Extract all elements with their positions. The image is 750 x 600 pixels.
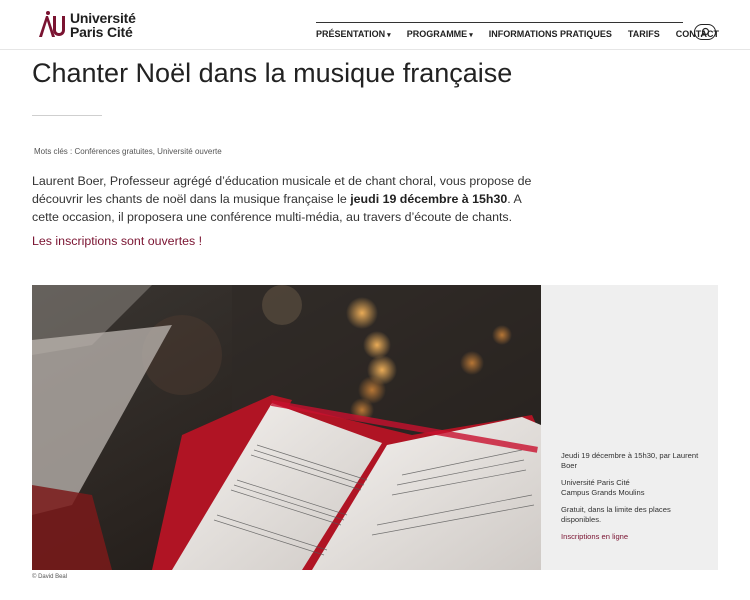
university-logo-icon xyxy=(39,11,65,37)
location-line2: Campus Grands Moulins xyxy=(561,488,645,497)
register-link[interactable]: Inscriptions en ligne xyxy=(561,532,702,542)
caret-down-icon: ▾ xyxy=(387,32,391,39)
event-date-line: Jeudi 19 décembre à 15h30, par Laurent B… xyxy=(561,451,699,470)
nav-item-tarifs[interactable]: TARIFS xyxy=(628,29,660,39)
nav-label: TARIFS xyxy=(627,29,660,39)
nav-label: PRÉSENTATION xyxy=(316,29,386,39)
event-info-panel: Jeudi 19 décembre à 15h30, par Laurent B… xyxy=(541,285,718,570)
event-photo xyxy=(32,285,541,570)
nav-item-informations-pratiques[interactable]: INFORMATIONS PRATIQUES xyxy=(489,29,612,39)
event-date-highlight: jeudi 19 décembre à 15h30 xyxy=(350,192,508,206)
site-header: Université Paris Cité PRÉSENTATION ▾ PROG… xyxy=(0,0,750,50)
search-button[interactable] xyxy=(694,24,716,40)
sheet-music-photo xyxy=(32,285,541,570)
keywords-values[interactable]: Conférences gratuites, Université ouvert… xyxy=(74,147,221,156)
main-nav: PRÉSENTATION ▾ PROGRAMME ▾ INFORMATIONS PR… xyxy=(316,22,719,39)
brand-name: Université Paris Cité xyxy=(70,11,136,39)
photo-credit: © David Beal xyxy=(32,574,68,580)
nav-item-presentation[interactable]: PRÉSENTATION ▾ xyxy=(316,29,391,39)
registration-notice: Les inscriptions sont ouvertes ! xyxy=(32,234,203,248)
nav-label: INFORMATIONS PRATIQUES xyxy=(488,29,612,39)
title-divider xyxy=(32,115,102,116)
keywords-label: Mots clés : xyxy=(34,147,73,156)
location-line1: Université Paris Cité xyxy=(561,478,630,487)
event-price: Gratuit, dans la limite des places dispo… xyxy=(561,505,671,524)
event-description: Laurent Boer, Professeur agrégé d’éducat… xyxy=(32,172,532,226)
brand-line1: Université xyxy=(70,10,136,26)
keywords-line: Mots clés : Conférences gratuites, Unive… xyxy=(34,147,222,156)
brand-line2: Paris Cité xyxy=(70,24,133,40)
caret-down-icon: ▾ xyxy=(469,32,473,39)
nav-label: PROGRAMME xyxy=(406,29,468,39)
event-location: Université Paris Cité Campus Grands Moul… xyxy=(561,478,702,498)
page-title: Chanter Noël dans la musique française xyxy=(32,58,513,88)
site-logo[interactable]: Université Paris Cité xyxy=(36,10,136,40)
nav-item-programme[interactable]: PROGRAMME ▾ xyxy=(407,29,473,39)
search-icon xyxy=(700,27,710,37)
